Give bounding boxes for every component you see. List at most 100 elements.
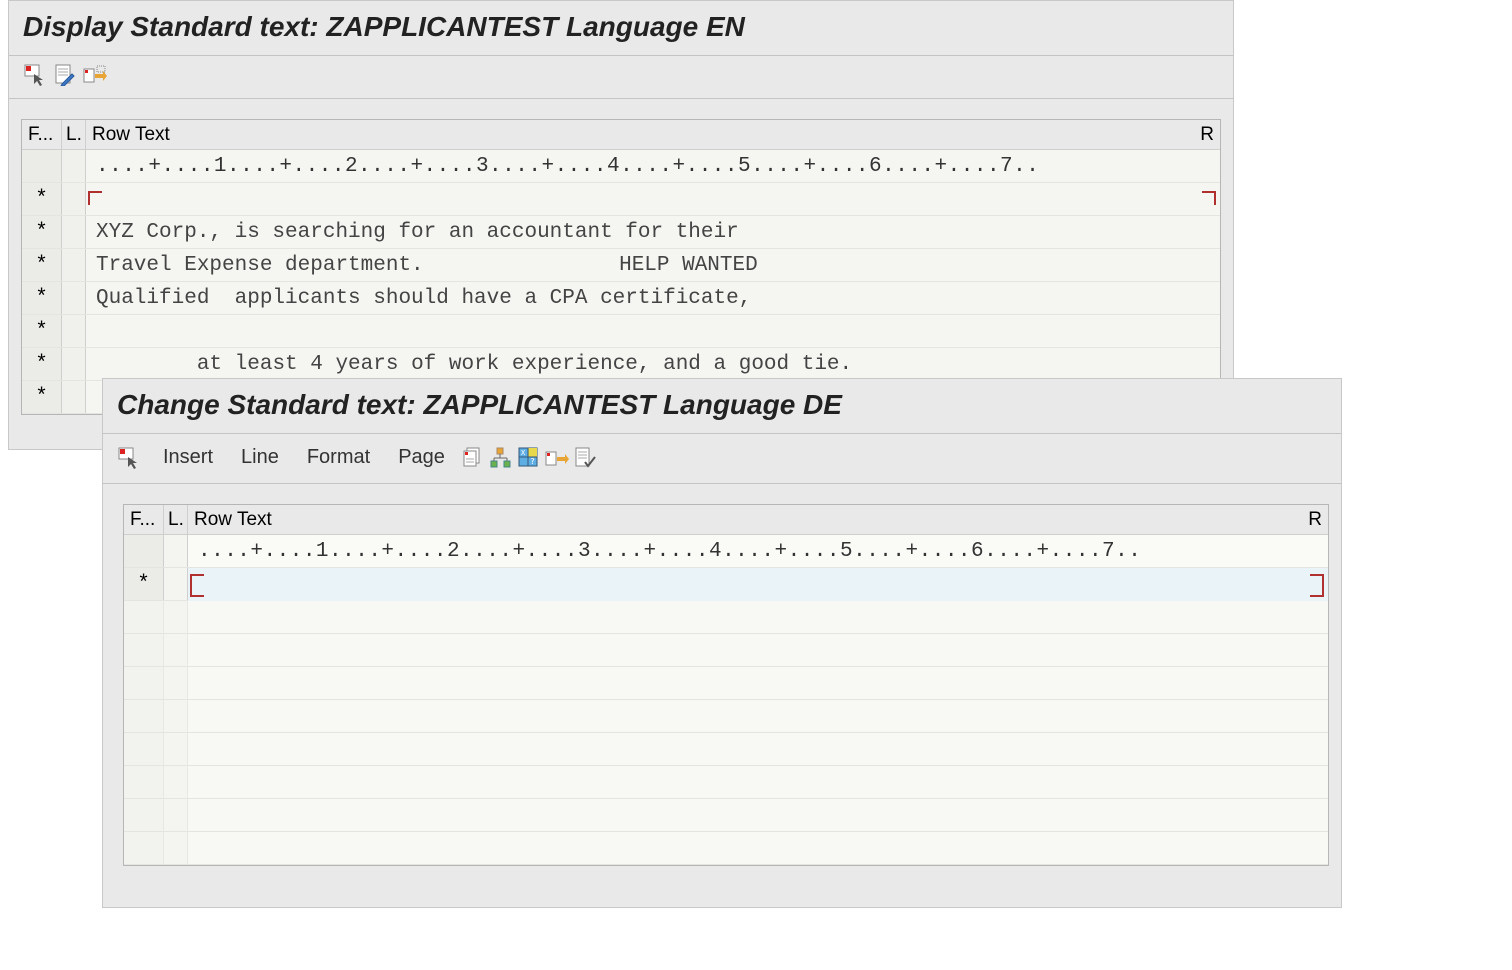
cell-f xyxy=(124,766,164,798)
row-text[interactable]: Travel Expense department. xyxy=(86,249,1220,281)
col-f: F... xyxy=(22,120,62,149)
cell-l xyxy=(62,381,86,413)
cell-l xyxy=(164,700,188,732)
row-text[interactable]: XYZ Corp., is searching for an accountan… xyxy=(86,216,1220,248)
col-r: R xyxy=(1298,505,1328,534)
row-text[interactable] xyxy=(188,799,1328,831)
cell-l xyxy=(164,535,188,567)
grid-header: F... L. Row Text R xyxy=(124,505,1328,535)
row-text[interactable] xyxy=(86,348,1220,380)
selection-bracket-icon xyxy=(88,191,102,205)
toolbar: Insert Line Format Page xyxy=(103,434,1341,484)
row-text-input[interactable] xyxy=(188,568,1328,601)
cell-f xyxy=(124,832,164,864)
cell-l xyxy=(62,315,86,347)
ruler-row: ....+....1....+....2....+....3....+....4… xyxy=(124,535,1328,568)
menu-line[interactable]: Line xyxy=(227,442,293,473)
cell-l xyxy=(164,667,188,699)
cell-l xyxy=(62,183,86,215)
col-l: L. xyxy=(164,505,188,534)
table-row: * xyxy=(22,348,1220,381)
row-text[interactable]: Qualified applicants should have a CPA c… xyxy=(86,282,1220,314)
selection-bracket-icon xyxy=(1202,191,1216,205)
table-row xyxy=(124,601,1328,634)
col-r: R xyxy=(1190,120,1220,149)
change-text-panel: Change Standard text: ZAPPLICANTEST Lang… xyxy=(102,378,1342,908)
row-text[interactable] xyxy=(188,766,1328,798)
ruler: ....+....1....+....2....+....3....+....4… xyxy=(188,535,1328,567)
cell-f xyxy=(124,700,164,732)
row-text[interactable] xyxy=(188,601,1328,633)
cell-f xyxy=(124,535,164,567)
edit-page-icon[interactable] xyxy=(51,62,79,88)
cell-f: * xyxy=(22,315,62,347)
select-cursor-icon[interactable] xyxy=(115,445,143,471)
table-row: * HELP WANTED xyxy=(22,183,1220,216)
col-l: L. xyxy=(62,120,86,149)
text-grid: F... L. Row Text R ....+....1....+....2.… xyxy=(123,504,1329,866)
cell-f xyxy=(124,799,164,831)
cell-f: * xyxy=(124,568,164,600)
text-grid: F... L. Row Text R ....+....1....+....2.… xyxy=(21,119,1221,415)
page-title: Change Standard text: ZAPPLICANTEST Lang… xyxy=(103,379,1341,434)
table-row: * Travel Expense department. xyxy=(22,249,1220,282)
menu-insert[interactable]: Insert xyxy=(149,442,227,473)
cell-l xyxy=(164,568,188,600)
grid-header: F... L. Row Text R xyxy=(22,120,1220,150)
cell-f xyxy=(22,150,62,182)
svg-text:?: ? xyxy=(530,457,535,466)
cell-l xyxy=(164,832,188,864)
cell-l xyxy=(62,348,86,380)
row-text[interactable] xyxy=(188,667,1328,699)
row-text[interactable] xyxy=(188,832,1328,864)
table-row xyxy=(124,799,1328,832)
empty-rows xyxy=(124,601,1328,865)
row-text[interactable]: at least 4 years of work experience, and… xyxy=(86,315,1220,347)
cell-f: * xyxy=(22,381,62,413)
col-rowtext: Row Text xyxy=(188,505,1298,534)
text-check-icon[interactable] xyxy=(571,445,599,471)
row-text[interactable] xyxy=(188,700,1328,732)
table-row xyxy=(124,832,1328,865)
structure-icon[interactable] xyxy=(487,445,515,471)
cell-l xyxy=(164,799,188,831)
selection-bracket-icon xyxy=(190,583,204,597)
toolbar xyxy=(9,56,1233,99)
cell-f: * xyxy=(22,249,62,281)
menu-format[interactable]: Format xyxy=(293,442,384,473)
table-row: * xyxy=(124,568,1328,601)
table-row xyxy=(124,766,1328,799)
table-row xyxy=(124,667,1328,700)
cell-f: * xyxy=(22,183,62,215)
export-icon[interactable] xyxy=(543,445,571,471)
selection-bracket-icon xyxy=(1310,583,1324,597)
cell-l xyxy=(62,282,86,314)
copy-page-icon[interactable] xyxy=(459,445,487,471)
cell-f: * xyxy=(22,216,62,248)
export-icon[interactable] xyxy=(81,62,109,88)
cell-f: * xyxy=(22,348,62,380)
table-row xyxy=(124,733,1328,766)
cell-f xyxy=(124,733,164,765)
ruler: ....+....1....+....2....+....3....+....4… xyxy=(86,150,1220,182)
cell-f xyxy=(124,634,164,666)
menu-page[interactable]: Page xyxy=(384,442,459,473)
row-text[interactable] xyxy=(188,634,1328,666)
row-text[interactable] xyxy=(188,733,1328,765)
cell-f: * xyxy=(22,282,62,314)
select-cursor-icon[interactable] xyxy=(21,62,49,88)
table-row xyxy=(124,700,1328,733)
cell-f xyxy=(124,601,164,633)
cell-l xyxy=(62,249,86,281)
cell-l xyxy=(62,216,86,248)
table-row: * at least 4 years of work experience, a… xyxy=(22,315,1220,348)
col-f: F... xyxy=(124,505,164,534)
cell-l xyxy=(164,766,188,798)
cell-f xyxy=(124,667,164,699)
cell-l xyxy=(164,601,188,633)
cell-l xyxy=(164,733,188,765)
table-calc-icon[interactable]: X ? xyxy=(515,445,543,471)
page-title: Display Standard text: ZAPPLICANTEST Lan… xyxy=(9,1,1233,56)
row-text[interactable]: HELP WANTED xyxy=(86,183,1220,215)
table-row xyxy=(124,634,1328,667)
